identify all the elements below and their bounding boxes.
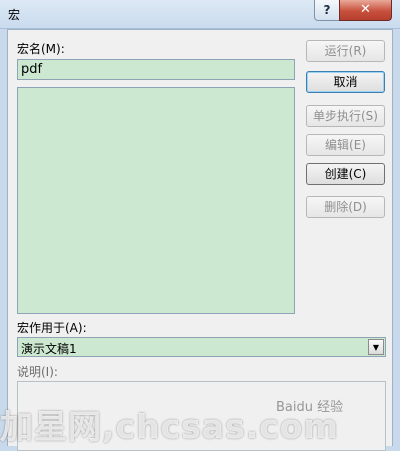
step-into-button[interactable]: 单步执行(S) [306, 105, 385, 127]
delete-button[interactable]: 删除(D) [306, 196, 385, 218]
macros-in-select[interactable]: 演示文稿1 ▼ [17, 337, 386, 357]
help-button[interactable]: ? [314, 0, 340, 21]
macro-name-label: 宏名(M): [17, 42, 65, 56]
baidu-watermark: Baidu 经验 [276, 400, 344, 415]
macro-name-input[interactable] [17, 59, 295, 80]
run-button[interactable]: 运行(R) [306, 40, 385, 62]
description-label: 说明(I): [17, 365, 58, 379]
macro-dialog-body: 宏名(M): 宏作用于(A): 演示文稿1 ▼ 说明(I): 运行(R) 取消 … [7, 29, 393, 451]
cancel-button[interactable]: 取消 [306, 71, 385, 93]
macros-in-selected: 演示文稿1 [21, 342, 77, 356]
edit-button[interactable]: 编辑(E) [306, 134, 385, 156]
create-button[interactable]: 创建(C) [306, 163, 385, 185]
window-title: 宏 [8, 8, 21, 22]
close-button[interactable]: ✕ [339, 0, 392, 21]
macro-list[interactable] [17, 87, 295, 314]
title-bar: 宏 ? ✕ [0, 0, 400, 29]
macros-in-label: 宏作用于(A): [17, 321, 87, 335]
chevron-down-icon[interactable]: ▼ [368, 339, 384, 355]
